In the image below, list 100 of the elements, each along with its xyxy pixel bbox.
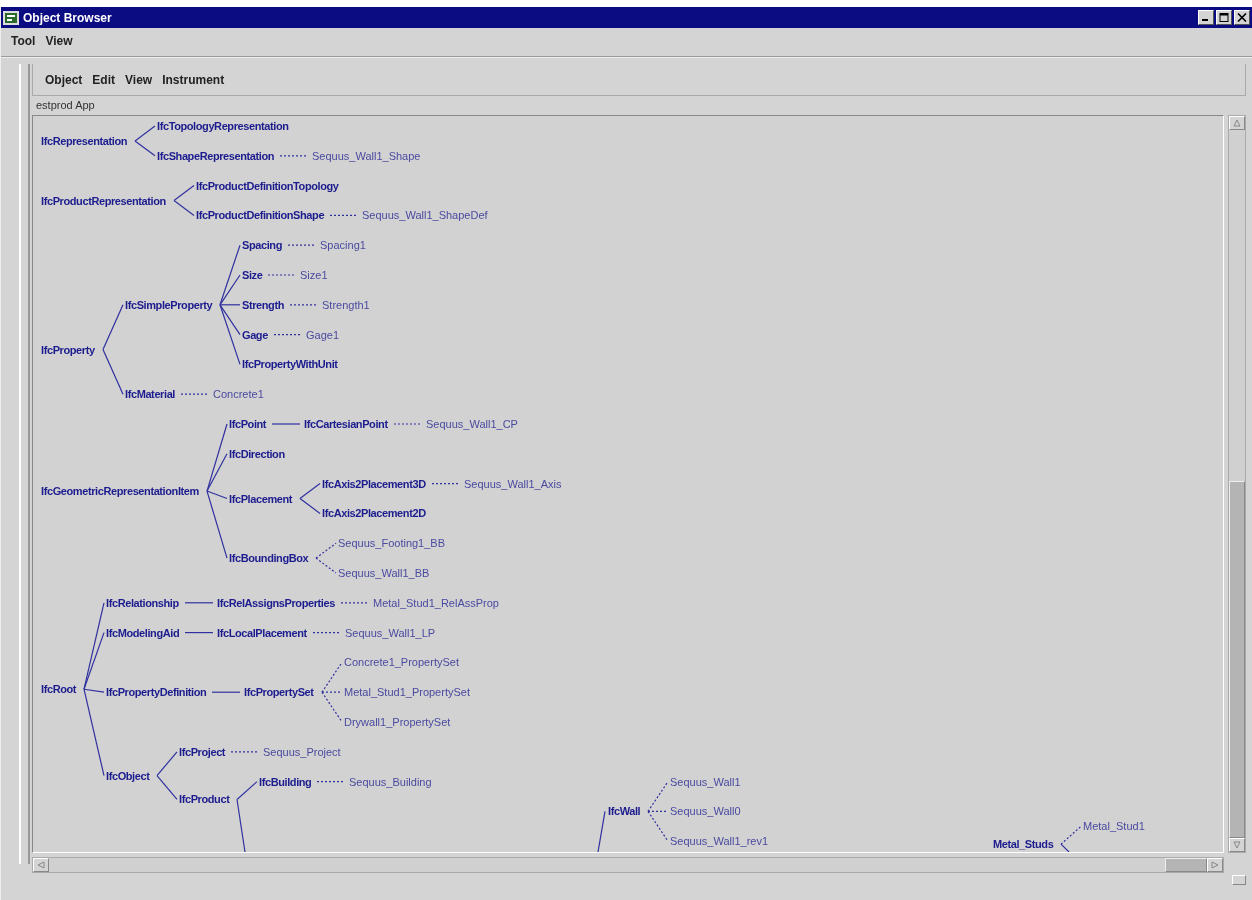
instance-node[interactable]: Strength1 bbox=[322, 297, 370, 312]
instance-node[interactable]: Sequus_Wall1_BB bbox=[338, 566, 430, 580]
menu-item[interactable]: Object bbox=[43, 73, 85, 87]
connector-line bbox=[211, 691, 241, 693]
class-node[interactable]: IfcAxis2Placement3D bbox=[322, 476, 426, 491]
instance-node[interactable]: Sequus_Footing1_BB bbox=[338, 536, 446, 551]
connector-line bbox=[340, 602, 370, 604]
connector-line bbox=[184, 602, 214, 604]
instance-node[interactable]: Drywall1_PropertySet bbox=[344, 715, 451, 729]
class-node[interactable]: Spacing bbox=[242, 238, 282, 253]
class-node[interactable]: IfcCartesianPoint bbox=[304, 417, 388, 431]
class-node[interactable]: IfcPlacement bbox=[229, 491, 293, 506]
horizontal-scrollbar[interactable] bbox=[32, 857, 1224, 873]
right-arrow-icon bbox=[1211, 861, 1219, 869]
connector-line bbox=[156, 775, 178, 801]
class-node[interactable]: Size bbox=[242, 268, 263, 282]
left-arrow-icon bbox=[37, 861, 45, 869]
connector-line bbox=[312, 632, 342, 634]
splitter-bar[interactable] bbox=[19, 64, 30, 864]
instance-node[interactable]: Metal_Stud1_PropertySet bbox=[344, 685, 470, 700]
instance-node[interactable]: Size1 bbox=[300, 268, 328, 282]
instance-node[interactable]: Metal_Stud1_RelAssProp bbox=[373, 595, 499, 610]
connector-line bbox=[316, 781, 346, 783]
window-title: Object Browser bbox=[23, 10, 112, 25]
class-node[interactable]: IfcProduct bbox=[179, 792, 230, 807]
instance-node[interactable]: Sequus_Wall1_LP bbox=[345, 625, 436, 640]
class-node[interactable]: IfcRepresentation bbox=[41, 133, 128, 148]
class-node[interactable]: IfcLocalPlacement bbox=[217, 625, 307, 640]
instance-node[interactable]: Sequus_Project bbox=[263, 744, 341, 759]
class-node[interactable]: IfcModelingAid bbox=[106, 625, 180, 640]
maximize-icon bbox=[1219, 13, 1229, 22]
maximize-button[interactable] bbox=[1216, 10, 1232, 25]
connector-line bbox=[273, 334, 303, 336]
scroll-left-button[interactable] bbox=[33, 858, 49, 872]
instance-node[interactable]: Spacing1 bbox=[320, 238, 366, 253]
instance-node[interactable]: Sequus_Wall1_Shape bbox=[312, 148, 421, 163]
class-node[interactable]: IfcRelAssignsProperties bbox=[217, 595, 335, 610]
class-node[interactable]: IfcBoundingBox bbox=[229, 551, 309, 566]
class-node[interactable]: IfcRoot bbox=[41, 682, 77, 697]
scroll-down-button[interactable] bbox=[1229, 838, 1245, 852]
connector-line bbox=[431, 483, 461, 485]
instance-node[interactable]: Concrete1 bbox=[213, 387, 264, 402]
menu-item[interactable]: Tool bbox=[9, 34, 38, 48]
class-node[interactable]: IfcTopologyRepresentation bbox=[157, 119, 289, 133]
instance-node[interactable]: Sequus_Building bbox=[349, 774, 432, 789]
close-button[interactable] bbox=[1234, 10, 1250, 25]
connector-line bbox=[299, 483, 321, 500]
class-node[interactable]: IfcPoint bbox=[229, 417, 267, 431]
class-node[interactable]: IfcPropertyWithUnit bbox=[242, 357, 338, 372]
connector-line bbox=[329, 214, 359, 216]
scroll-right-button[interactable] bbox=[1207, 858, 1223, 872]
scroll-up-button[interactable] bbox=[1229, 116, 1245, 130]
instance-node[interactable]: Sequus_Wall1_rev1 bbox=[670, 834, 769, 849]
scrollbar-thumb[interactable] bbox=[1165, 858, 1207, 872]
scrollbar-thumb[interactable] bbox=[1229, 481, 1245, 838]
connector-line bbox=[289, 304, 319, 306]
minimize-button[interactable] bbox=[1198, 10, 1214, 25]
class-node[interactable]: IfcDirection bbox=[229, 446, 285, 461]
instance-node[interactable]: Gage1 bbox=[306, 327, 340, 342]
class-node[interactable]: IfcWall bbox=[608, 804, 641, 819]
connector-line bbox=[102, 348, 124, 395]
class-node[interactable]: Metal_Studs bbox=[993, 837, 1054, 852]
connector-line bbox=[134, 140, 156, 157]
connector-line bbox=[299, 497, 321, 514]
class-node[interactable]: IfcAxis2Placement2D bbox=[322, 506, 426, 521]
class-node[interactable]: IfcProject bbox=[179, 744, 226, 759]
connector-line bbox=[279, 155, 309, 157]
class-node[interactable]: IfcRelationship bbox=[106, 595, 179, 610]
class-node[interactable]: IfcProductRepresentation bbox=[41, 193, 166, 208]
instance-node[interactable]: Sequus_Wall1_ShapeDef bbox=[362, 208, 488, 223]
connector-line bbox=[173, 185, 195, 202]
class-node[interactable]: Strength bbox=[242, 297, 285, 312]
app-icon bbox=[3, 10, 19, 25]
class-node[interactable]: Gage bbox=[242, 327, 268, 342]
instance-node[interactable]: Sequus_Wall1_CP bbox=[426, 417, 518, 431]
instance-node[interactable]: Concrete1_PropertySet bbox=[344, 655, 459, 670]
instance-node[interactable]: Sequus_Wall1 bbox=[670, 774, 741, 789]
class-node[interactable]: IfcBuilding bbox=[259, 774, 312, 789]
class-node[interactable]: IfcMaterial bbox=[125, 387, 175, 402]
class-node[interactable]: IfcProductDefinitionTopology bbox=[196, 178, 339, 193]
class-node[interactable]: IfcProperty bbox=[41, 342, 95, 357]
class-node[interactable]: IfcObject bbox=[106, 768, 150, 783]
class-node[interactable]: IfcPropertyDefinition bbox=[106, 685, 207, 700]
class-node[interactable]: IfcShapeRepresentation bbox=[157, 148, 275, 163]
resize-grip[interactable] bbox=[1232, 875, 1246, 885]
menu-item[interactable]: Instrument bbox=[160, 73, 227, 87]
instance-node[interactable]: Sequus_Wall0 bbox=[670, 804, 741, 819]
class-node[interactable]: IfcSimpleProperty bbox=[125, 297, 213, 312]
instance-node[interactable]: Metal_Stud1 bbox=[1083, 819, 1145, 834]
class-node[interactable]: IfcGeometricRepresentationItem bbox=[41, 484, 199, 499]
instance-node[interactable]: Sequus_Wall1_Axis bbox=[464, 476, 562, 491]
menu-item[interactable]: Edit bbox=[90, 73, 117, 87]
menu-item[interactable]: View bbox=[123, 73, 155, 87]
connector-line bbox=[102, 304, 124, 351]
class-node[interactable]: IfcPropertySet bbox=[244, 685, 314, 700]
connector-line bbox=[184, 632, 214, 634]
connector-line bbox=[315, 542, 337, 559]
class-node[interactable]: IfcProductDefinitionShape bbox=[196, 208, 325, 223]
vertical-scrollbar[interactable] bbox=[1228, 115, 1246, 853]
menu-item[interactable]: View bbox=[43, 34, 75, 48]
